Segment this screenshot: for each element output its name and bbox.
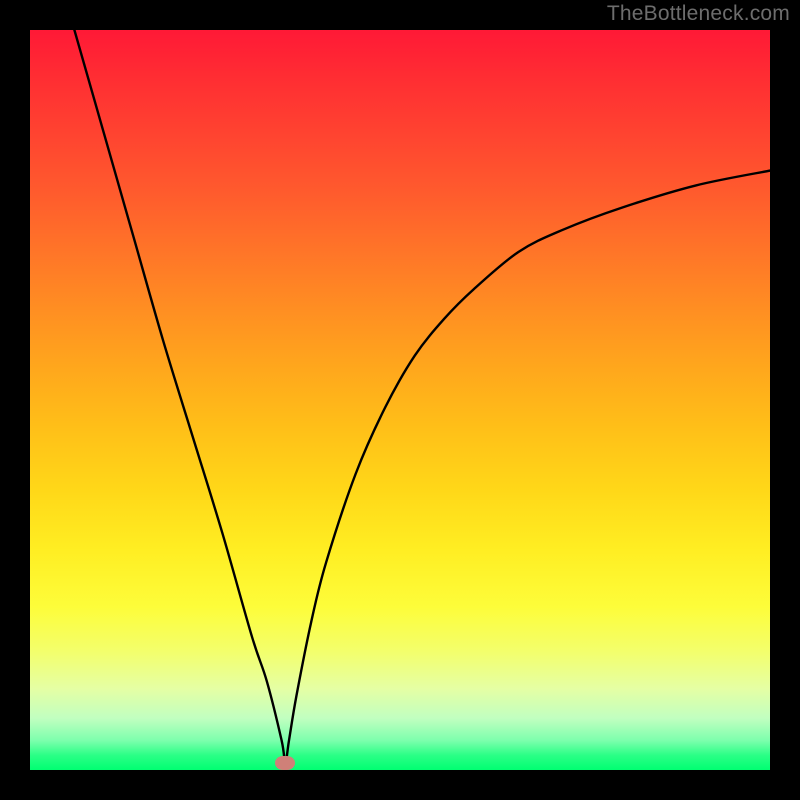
- bottleneck-curve: [30, 30, 770, 770]
- chart-canvas: TheBottleneck.com: [0, 0, 800, 800]
- watermark-label: TheBottleneck.com: [607, 2, 790, 26]
- plot-area: [30, 30, 770, 770]
- optimum-marker: [275, 756, 295, 770]
